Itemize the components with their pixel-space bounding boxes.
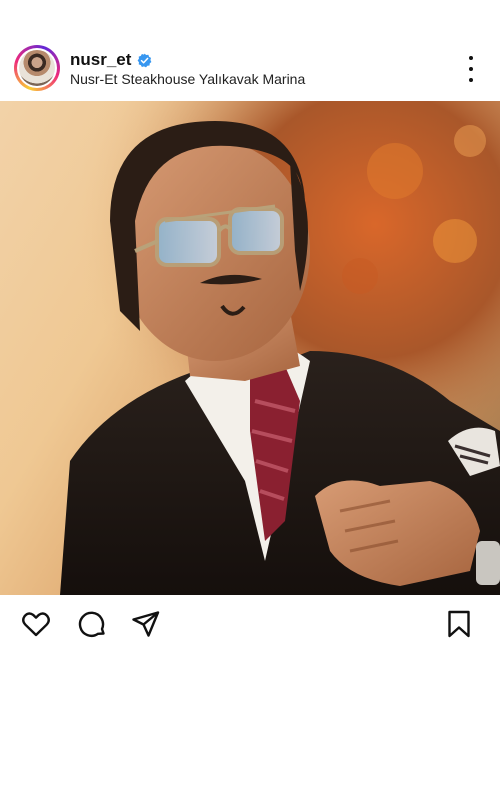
comment-icon (78, 611, 105, 637)
location-link[interactable]: Nusr-Et Steakhouse Yalıkavak Marina (70, 71, 305, 87)
like-button[interactable] (20, 608, 52, 640)
more-options-dot (469, 67, 473, 71)
bookmark-icon (448, 610, 470, 638)
post-photo-illustration (0, 101, 500, 595)
post-actions-bar (0, 600, 500, 650)
verified-badge-icon (138, 53, 152, 67)
avatar-image (19, 50, 55, 86)
send-icon (132, 611, 160, 637)
profile-avatar[interactable] (14, 45, 60, 91)
username-row: nusr_et (70, 50, 152, 70)
avatar-frame (17, 48, 57, 88)
post-image[interactable] (0, 101, 500, 595)
comment-button[interactable] (76, 608, 108, 640)
username-link[interactable]: nusr_et (70, 50, 131, 70)
heart-icon (22, 612, 50, 637)
post-header: nusr_et Nusr-Et Steakhouse Yalıkavak Mar… (0, 0, 500, 100)
more-options-dot (469, 78, 473, 82)
save-button[interactable] (443, 608, 475, 640)
more-options-button[interactable] (466, 56, 476, 82)
share-button[interactable] (130, 608, 162, 640)
more-options-icon (469, 56, 473, 60)
